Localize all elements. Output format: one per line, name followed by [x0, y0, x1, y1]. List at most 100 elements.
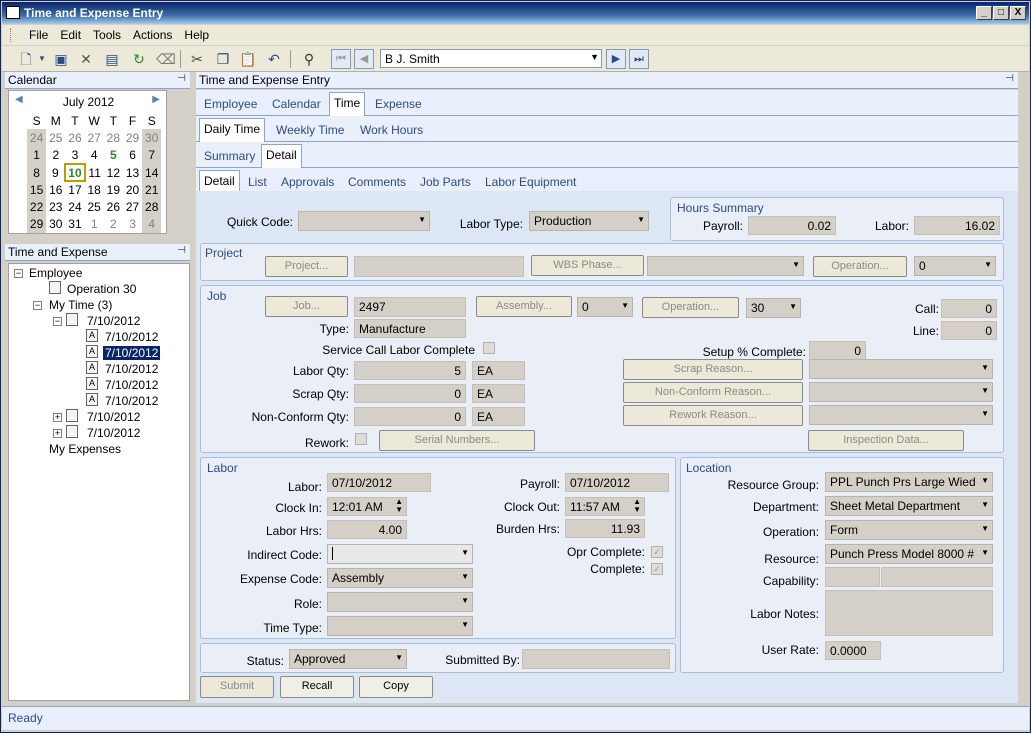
scrap-reason-button[interactable]: Scrap Reason...: [623, 359, 803, 380]
project-operation-select[interactable]: 0: [914, 256, 996, 276]
tab-summary[interactable]: Summary: [204, 149, 255, 163]
wbs-phase-button[interactable]: WBS Phase...: [531, 255, 644, 276]
wbs-phase-select[interactable]: [647, 256, 804, 276]
calendar-day[interactable]: 30: [142, 129, 162, 147]
tab-labor-equipment[interactable]: Labor Equipment: [485, 175, 576, 189]
calendar-day[interactable]: 7: [142, 146, 162, 164]
calendar-day[interactable]: 25: [46, 129, 65, 146]
expense-code-select[interactable]: Assembly: [327, 568, 473, 588]
nonconform-reason-select[interactable]: [809, 382, 993, 402]
tree-node-date[interactable]: 7/10/2012: [105, 330, 158, 344]
calendar-day[interactable]: 22: [27, 198, 47, 216]
scrap-reason-select[interactable]: [809, 359, 993, 379]
job-operation-select[interactable]: 30: [746, 298, 801, 318]
tree-node-date[interactable]: 7/10/2012: [105, 362, 158, 376]
calendar-day[interactable]: 5: [104, 147, 123, 164]
tab-detail[interactable]: Detail: [261, 144, 302, 168]
calendar-day[interactable]: 31: [65, 216, 84, 233]
submit-button[interactable]: Submit: [200, 676, 274, 698]
tree-node-employee[interactable]: Employee: [29, 266, 82, 280]
tab-weekly-time[interactable]: Weekly Time: [276, 123, 344, 137]
refresh-icon[interactable]: ↻: [130, 50, 148, 68]
clock-out-field[interactable]: 11:57 AM ▲ ▼: [565, 497, 645, 516]
role-select[interactable]: [327, 592, 473, 612]
time-type-select[interactable]: [327, 616, 473, 636]
collapse-icon[interactable]: −: [33, 301, 42, 310]
tab-comments[interactable]: Comments: [348, 175, 406, 189]
job-button[interactable]: Job...: [265, 296, 348, 317]
pin-icon[interactable]: ⊣: [177, 73, 186, 84]
pin-icon[interactable]: ⊣: [177, 245, 186, 256]
opr-complete-checkbox[interactable]: ✓: [651, 546, 663, 558]
delete-icon[interactable]: ✕: [77, 50, 95, 68]
menu-tools[interactable]: Tools: [93, 28, 121, 42]
tab-work-hours[interactable]: Work Hours: [360, 123, 423, 137]
tree-node-date[interactable]: 7/10/2012: [87, 426, 140, 440]
inspection-data-button[interactable]: Inspection Data...: [808, 430, 964, 451]
last-record-icon[interactable]: ⏭: [629, 49, 649, 69]
calendar-day[interactable]: 16: [46, 181, 65, 198]
copy-button[interactable]: Copy: [359, 676, 433, 698]
location-operation-select[interactable]: Form: [825, 520, 993, 540]
calendar-day[interactable]: 3: [123, 216, 142, 233]
assembly-select[interactable]: 0: [577, 297, 633, 317]
calendar-day[interactable]: 1: [85, 216, 104, 233]
tab-expense[interactable]: Expense: [375, 97, 422, 111]
calendar-day[interactable]: 12: [104, 164, 123, 181]
calendar-day[interactable]: 14: [142, 163, 162, 182]
calendar-day[interactable]: 1: [27, 146, 47, 164]
menu-actions[interactable]: Actions: [133, 28, 172, 42]
calendar-day[interactable]: 21: [142, 181, 162, 199]
next-month-icon[interactable]: ▶: [152, 94, 160, 105]
clock-in-field[interactable]: 12:01 AM ▲ ▼: [327, 497, 407, 516]
calendar-day[interactable]: 2: [104, 216, 123, 233]
cut-icon[interactable]: ✂: [188, 50, 206, 68]
calendar-day[interactable]: 8: [27, 163, 47, 182]
calendar-day[interactable]: 26: [104, 198, 123, 215]
employee-selector[interactable]: B J. Smith ▼: [380, 49, 602, 68]
undo-icon[interactable]: ↶: [265, 50, 283, 68]
calendar-day[interactable]: 27: [123, 198, 142, 215]
labor-type-select[interactable]: Production: [529, 211, 649, 231]
serial-numbers-button[interactable]: Serial Numbers...: [379, 430, 535, 451]
resource-select[interactable]: Punch Press Model 8000 #: [825, 544, 993, 564]
close-button[interactable]: X: [1010, 6, 1026, 20]
job-field[interactable]: 2497: [354, 297, 466, 317]
book-icon[interactable]: ▤: [103, 50, 121, 68]
calendar-day[interactable]: 27: [85, 129, 104, 146]
tab-list[interactable]: List: [248, 175, 267, 189]
tab-job-parts[interactable]: Job Parts: [420, 175, 471, 189]
new-dropdown-icon[interactable]: ▼: [33, 50, 51, 68]
project-button[interactable]: Project...: [265, 256, 348, 277]
tab-approvals[interactable]: Approvals: [281, 175, 334, 189]
spinner-icon[interactable]: ▲ ▼: [633, 498, 641, 514]
collapse-icon[interactable]: −: [53, 317, 62, 326]
calendar-day[interactable]: 20: [123, 181, 142, 198]
calendar-day[interactable]: 6: [123, 147, 142, 164]
calendar-day[interactable]: 18: [85, 181, 104, 198]
calendar-day[interactable]: 24: [27, 129, 47, 147]
menu-help[interactable]: Help: [184, 28, 209, 42]
calendar-day[interactable]: 28: [104, 129, 123, 146]
department-select[interactable]: Sheet Metal Department: [825, 496, 993, 516]
spinner-icon[interactable]: ▲ ▼: [395, 498, 403, 514]
tree-node-date[interactable]: 7/10/2012: [105, 378, 158, 392]
calendar-day[interactable]: 2: [46, 147, 65, 164]
indirect-code-select[interactable]: [327, 544, 473, 564]
labor-qty-field[interactable]: 5: [354, 361, 466, 380]
tree-node-date[interactable]: 7/10/2012: [87, 410, 140, 424]
status-select[interactable]: Approved: [289, 649, 407, 669]
calendar-day[interactable]: 4: [85, 147, 104, 164]
nonconform-reason-button[interactable]: Non-Conform Reason...: [623, 382, 803, 403]
calendar-day[interactable]: 26: [65, 129, 84, 146]
collapse-icon[interactable]: −: [14, 269, 23, 278]
eraser-icon[interactable]: ⌫: [156, 50, 176, 68]
job-operation-button[interactable]: Operation...: [642, 297, 739, 318]
payroll-date-field[interactable]: 07/10/2012: [565, 473, 669, 492]
calendar-day[interactable]: 19: [104, 181, 123, 198]
rework-reason-select[interactable]: [809, 405, 993, 425]
calendar-day[interactable]: 13: [123, 164, 142, 181]
tree-node-date[interactable]: 7/10/2012: [87, 314, 140, 328]
menu-edit[interactable]: Edit: [60, 28, 81, 42]
rework-checkbox[interactable]: [355, 433, 367, 445]
